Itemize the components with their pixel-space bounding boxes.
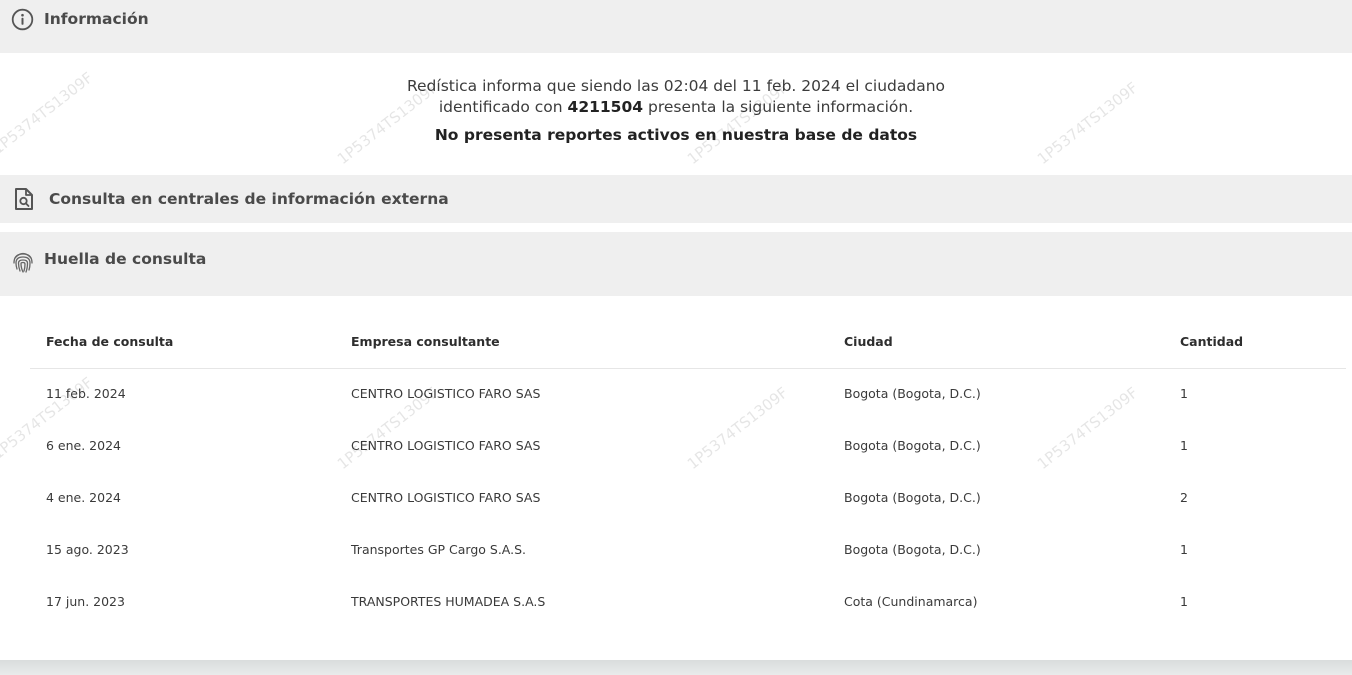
citizen-id: 4211504 <box>567 98 644 116</box>
cell-ciudad: Bogota (Bogota, D.C.) <box>844 490 981 505</box>
fingerprint-icon <box>12 250 34 274</box>
cell-empresa: CENTRO LOGISTICO FARO SAS <box>351 438 541 453</box>
cell-empresa: CENTRO LOGISTICO FARO SAS <box>351 490 541 505</box>
table-row: 6 ene. 2024 CENTRO LOGISTICO FARO SAS Bo… <box>30 421 1346 473</box>
cell-empresa: Transportes GP Cargo S.A.S. <box>351 542 527 557</box>
cell-cantidad: 1 <box>1180 594 1188 609</box>
info-section-header[interactable]: Información <box>0 0 1352 53</box>
column-header-cantidad: Cantidad <box>1180 334 1244 349</box>
huella-section-header[interactable]: Huella de consulta <box>0 232 1352 296</box>
column-header-ciudad: Ciudad <box>844 334 893 349</box>
cell-fecha: 15 ago. 2023 <box>46 542 129 557</box>
cell-cantidad: 1 <box>1180 542 1188 557</box>
external-section-title: Consulta en centrales de información ext… <box>49 190 449 208</box>
page-bottom-edge <box>0 660 1352 675</box>
cell-cantidad: 2 <box>1180 490 1188 505</box>
table-header-row: Fecha de consulta Empresa consultante Ci… <box>30 296 1346 369</box>
info-section-title: Información <box>44 10 149 28</box>
info-circle-icon <box>11 8 34 31</box>
cell-ciudad: Bogota (Bogota, D.C.) <box>844 386 981 401</box>
table-row: 17 jun. 2023 TRANSPORTES HUMADEA S.A.S C… <box>30 577 1346 629</box>
cell-ciudad: Cota (Cundinamarca) <box>844 594 978 609</box>
cell-empresa: CENTRO LOGISTICO FARO SAS <box>351 386 541 401</box>
cell-fecha: 4 ene. 2024 <box>46 490 121 505</box>
cell-fecha: 6 ene. 2024 <box>46 438 121 453</box>
section-spacer <box>0 223 1352 232</box>
huella-section-title: Huella de consulta <box>44 250 207 268</box>
cell-fecha: 11 feb. 2024 <box>46 386 126 401</box>
external-section-header[interactable]: Consulta en centrales de información ext… <box>0 175 1352 223</box>
column-header-empresa: Empresa consultante <box>351 334 500 349</box>
cell-cantidad: 1 <box>1180 438 1188 453</box>
huella-table: Fecha de consulta Empresa consultante Ci… <box>30 296 1346 629</box>
report-status-text: No presenta reportes activos en nuestra … <box>434 126 918 144</box>
table-row: 15 ago. 2023 Transportes GP Cargo S.A.S.… <box>30 525 1346 577</box>
report-page: Información Redística informa que siendo… <box>0 0 1352 675</box>
column-header-fecha: Fecha de consulta <box>46 334 174 349</box>
cell-fecha: 17 jun. 2023 <box>46 594 125 609</box>
document-search-icon <box>13 187 35 211</box>
cell-ciudad: Bogota (Bogota, D.C.) <box>844 542 981 557</box>
cell-cantidad: 1 <box>1180 386 1188 401</box>
table-row: 11 feb. 2024 CENTRO LOGISTICO FARO SAS B… <box>30 369 1346 421</box>
info-section-body: Redística informa que siendo las 02:04 d… <box>0 53 1352 175</box>
cell-ciudad: Bogota (Bogota, D.C.) <box>844 438 981 453</box>
cell-empresa: TRANSPORTES HUMADEA S.A.S <box>351 594 546 609</box>
info-line2-suffix: presenta la siguiente información. <box>643 98 914 116</box>
info-line2-prefix: identificado con <box>438 98 568 116</box>
huella-table-container: Fecha de consulta Empresa consultante Ci… <box>0 296 1352 662</box>
info-statement-line1: Redística informa que siendo las 02:04 d… <box>406 77 946 95</box>
table-row: 4 ene. 2024 CENTRO LOGISTICO FARO SAS Bo… <box>30 473 1346 525</box>
info-statement-line2: identificado con 4211504 presenta la sig… <box>0 98 1352 116</box>
